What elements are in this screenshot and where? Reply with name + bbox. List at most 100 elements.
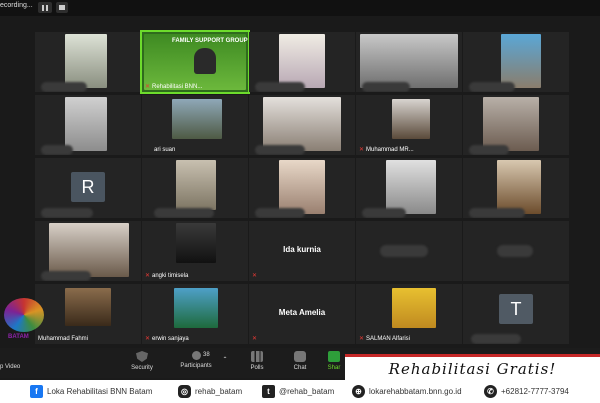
video-tile[interactable] — [356, 158, 462, 218]
participant-video — [176, 160, 216, 210]
video-tile[interactable] — [463, 221, 569, 281]
participant-video — [279, 160, 325, 214]
chat-label: Chat — [293, 365, 307, 371]
video-tile[interactable]: T — [463, 284, 569, 344]
participant-video — [174, 288, 218, 328]
video-tile[interactable] — [249, 95, 355, 155]
muted-mic-icon: ✕ — [359, 336, 365, 342]
facebook-icon: f — [30, 385, 43, 398]
tile-caption: ✕ Rehabilitasi BNN... — [145, 84, 202, 90]
video-tile[interactable]: ✕ angki timisela — [142, 221, 248, 281]
video-tile[interactable]: Ida kurnia ✕ — [249, 221, 355, 281]
security-label: Security — [131, 365, 153, 371]
pause-recording-button[interactable] — [38, 2, 52, 13]
security-button[interactable]: Security — [122, 351, 162, 371]
twitter-icon: t — [262, 385, 275, 398]
participant-video — [65, 34, 107, 88]
globe-icon: ⊕ — [352, 385, 365, 398]
share-label: Shar — [327, 365, 341, 371]
share-screen-icon — [328, 351, 340, 362]
facebook-link[interactable]: f Loka Rehabilitasi BNN Batam — [30, 385, 152, 398]
tile-caption: ✕ angki timisela — [145, 273, 188, 279]
participant-name-center: Meta Amelia — [278, 308, 326, 317]
video-tile[interactable] — [35, 32, 141, 92]
family-support-banner: FAMILY SUPPORT GROUP — [172, 38, 248, 44]
website-link[interactable]: ⊕ lokarehabbatam.bnn.go.id — [352, 385, 462, 398]
muted-mic-icon: ✕ — [145, 336, 151, 342]
tile-caption: ✕ SALMAN Alfarisi — [359, 336, 410, 342]
tile-name: Muhammad MR... — [366, 147, 414, 153]
participant-video — [263, 97, 341, 151]
participant-video — [65, 288, 111, 326]
polls-button[interactable]: Polls — [237, 351, 277, 371]
participant-video — [501, 34, 541, 88]
whatsapp-link[interactable]: ✆ +62812-7777-3794 — [484, 385, 569, 398]
video-tile[interactable]: Meta Amelia ✕ — [249, 284, 355, 344]
video-tile[interactable] — [463, 95, 569, 155]
tile-name: SALMAN Alfarisi — [366, 336, 411, 342]
video-tile[interactable]: ✕ SALMAN Alfarisi — [356, 284, 462, 344]
video-tile[interactable] — [356, 221, 462, 281]
avatar: R — [71, 172, 105, 202]
shield-icon — [136, 351, 148, 362]
participants-button[interactable]: 38 Participants — [176, 351, 216, 369]
tile-name: erwin sanjaya — [152, 336, 189, 342]
video-tile[interactable]: ✕ Muhammad MR... — [356, 95, 462, 155]
video-tile[interactable] — [463, 32, 569, 92]
participant-name-center: Ida kurnia — [283, 245, 321, 254]
stop-recording-button[interactable] — [56, 2, 68, 13]
video-tile[interactable] — [463, 158, 569, 218]
video-tile[interactable] — [356, 32, 462, 92]
participants-chevron-icon[interactable]: ⌃ — [218, 356, 232, 363]
polls-icon — [251, 351, 263, 362]
recording-label: ecording... — [0, 2, 33, 9]
video-tile[interactable] — [249, 32, 355, 92]
participant-video — [386, 160, 436, 214]
video-tile-active-speaker[interactable]: FAMILY SUPPORT GROUP ✕ Rehabilitasi BNN..… — [140, 30, 250, 94]
polls-label: Polls — [250, 365, 264, 371]
muted-mic-icon: ✕ — [359, 147, 365, 153]
tile-name: ari suan — [154, 147, 176, 153]
tile-name: Rehabilitasi BNN... — [152, 84, 203, 90]
promo-banner: Rehabilitasi Gratis! — [345, 354, 600, 380]
muted-mic-icon: ✕ — [145, 84, 151, 90]
facebook-text: Loka Rehabilitasi BNN Batam — [47, 387, 153, 396]
muted-mic-icon: ✕ — [145, 273, 151, 279]
participant-video — [65, 97, 107, 151]
recording-bar: ecording... — [0, 0, 600, 16]
instagram-icon: ◎ — [178, 385, 191, 398]
participant-video — [360, 34, 458, 88]
instagram-link[interactable]: ◎ rehab_batam — [178, 385, 242, 398]
muted-mic-icon: ✕ — [252, 336, 258, 342]
twitter-link[interactable]: t @rehab_batam — [262, 385, 334, 398]
participant-video — [392, 288, 436, 328]
participants-label: Participants — [180, 363, 212, 369]
participants-icon — [191, 351, 201, 360]
participants-count: 38 — [203, 352, 210, 358]
video-tile[interactable] — [142, 158, 248, 218]
participant-video — [392, 99, 430, 139]
chat-icon — [294, 351, 306, 362]
video-tile[interactable]: ari suan — [142, 95, 248, 155]
chat-button[interactable]: Chat — [280, 351, 320, 371]
video-tile[interactable]: ✕ erwin sanjaya — [142, 284, 248, 344]
participant-video — [49, 223, 129, 277]
avatar: T — [499, 294, 533, 324]
twitter-text: @rehab_batam — [279, 387, 335, 396]
video-button[interactable]: p Video — [0, 364, 28, 370]
tile-caption: ✕ — [252, 336, 257, 342]
tile-caption: ✕ erwin sanjaya — [145, 336, 189, 342]
tile-caption: ✕ — [252, 273, 257, 279]
video-label: p Video — [0, 364, 21, 370]
participant-video — [279, 34, 325, 88]
share-screen-button[interactable]: Shar — [322, 351, 346, 371]
video-tile[interactable]: R — [35, 158, 141, 218]
video-tile[interactable] — [35, 95, 141, 155]
website-text: lokarehabbatam.bnn.go.id — [369, 387, 462, 396]
whatsapp-icon: ✆ — [484, 385, 497, 398]
video-tile[interactable] — [35, 221, 141, 281]
speaker-person — [194, 48, 216, 74]
video-tile[interactable] — [249, 158, 355, 218]
tile-caption: ✕ Muhammad MR... — [359, 147, 414, 153]
logo-text: BATAM — [8, 334, 29, 340]
